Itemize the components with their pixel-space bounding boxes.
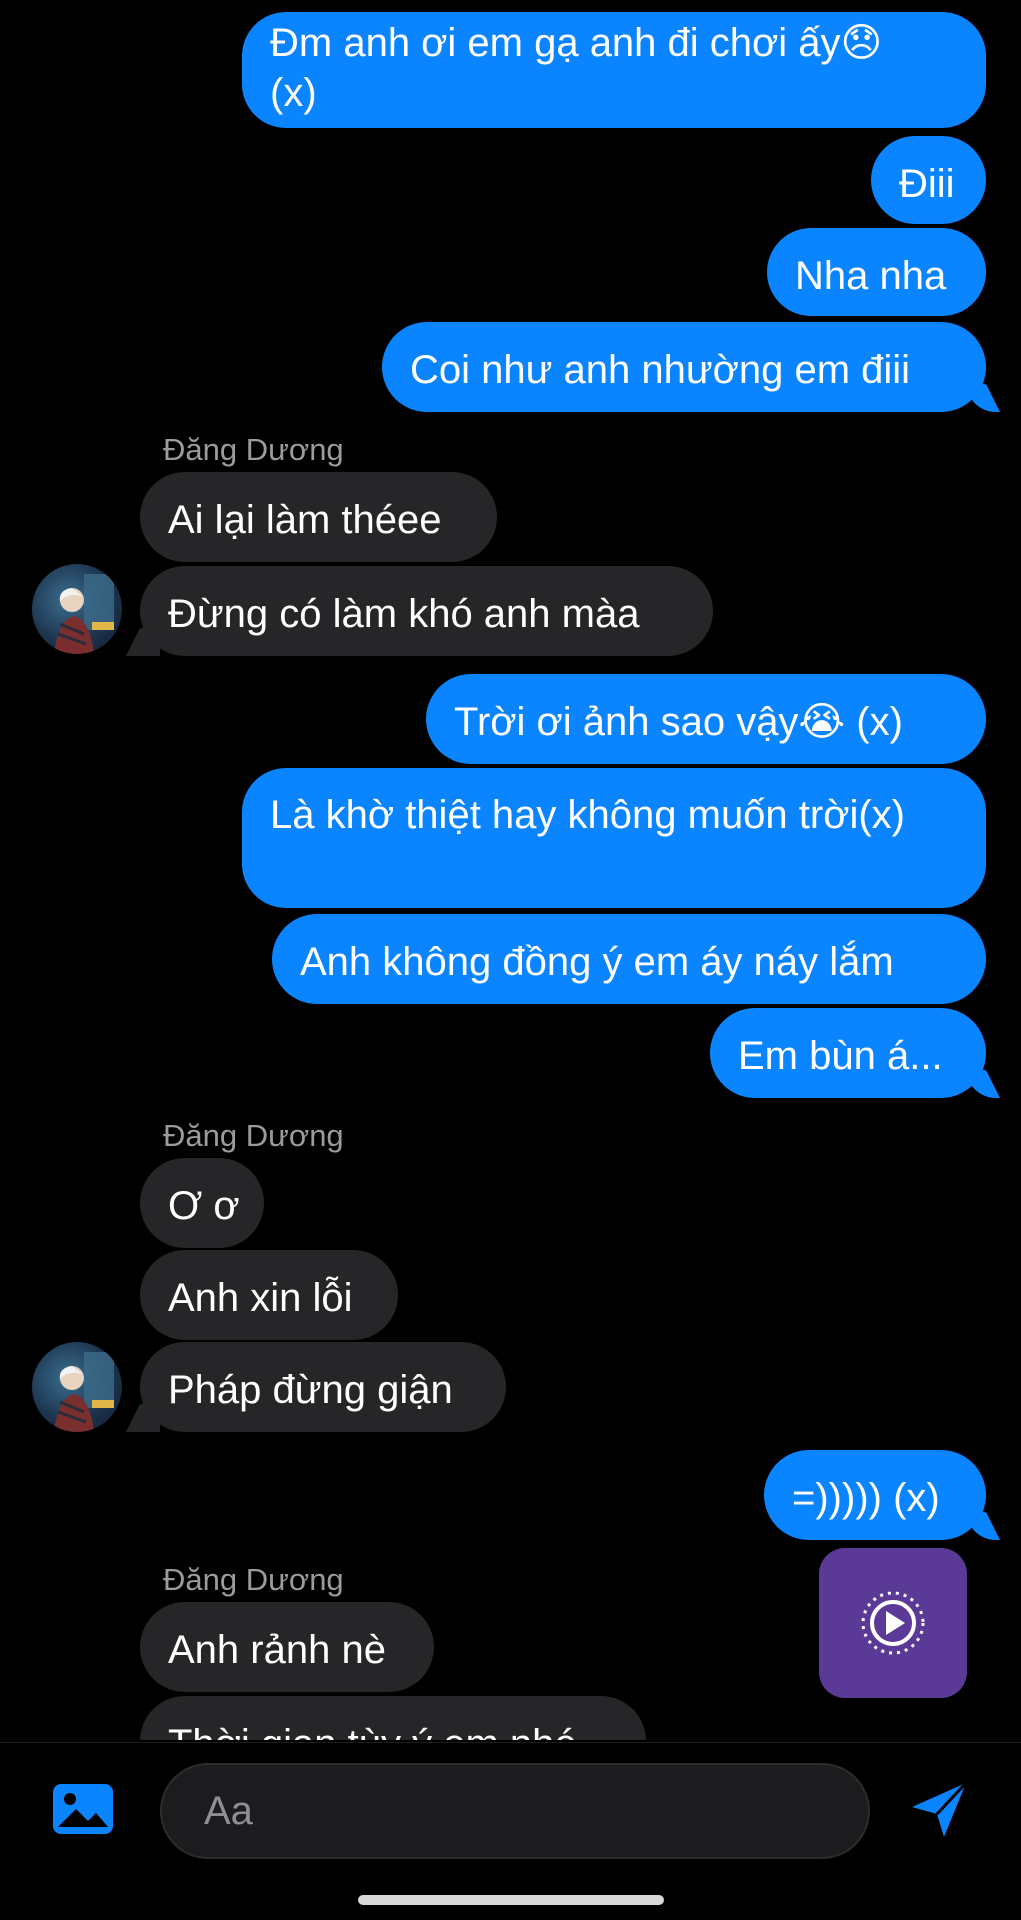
message-input[interactable]: Aa: [160, 1763, 870, 1859]
send-icon: [912, 1781, 968, 1837]
message-text: Anh rảnh nè: [168, 1628, 386, 1672]
avatar[interactable]: [32, 1342, 122, 1432]
message-bubble[interactable]: Em bùn á...: [710, 1008, 986, 1098]
avatar-image: [54, 1352, 114, 1432]
message-text: Đm anh ơi em gạ anh đi chơi ấy😞 (x): [270, 21, 883, 115]
sender-name: Đăng Dương: [163, 1118, 344, 1153]
message-bubble[interactable]: Coi như anh nhường em điii: [382, 322, 986, 412]
message-input-placeholder: Aa: [204, 1789, 253, 1833]
avatar[interactable]: [32, 564, 122, 654]
message-list[interactable]: Đm anh ơi em gạ anh đi chơi ấy😞 (x) Điii…: [0, 0, 1021, 1740]
image-icon: [53, 1784, 113, 1834]
message-text: Anh không đồng ý em áy náy lắm: [300, 940, 894, 984]
message-bubble[interactable]: Ơ ơ: [140, 1158, 264, 1248]
message-bubble[interactable]: Trời ơi ảnh sao vậy😭 (x): [426, 674, 986, 764]
message-bubble[interactable]: Ai lại làm théee: [140, 472, 497, 562]
message-text: Là khờ thiệt hay không muốn trời(x): [270, 793, 905, 837]
media-attachment[interactable]: [819, 1548, 967, 1698]
message-text: Đừng có làm khó anh màa: [168, 592, 640, 636]
composer-bar: Aa: [0, 1742, 1021, 1883]
message-text: =))))) (x): [792, 1476, 940, 1520]
play-circle-icon: [861, 1591, 925, 1655]
send-button[interactable]: [908, 1779, 970, 1841]
message-text: Ai lại làm théee: [168, 498, 442, 542]
message-bubble[interactable]: Thời gian tùy ý em nhé: [140, 1696, 646, 1740]
message-bubble[interactable]: Điii: [871, 136, 986, 224]
message-text: Pháp đừng giận: [168, 1368, 453, 1412]
message-text: Em bùn á...: [738, 1034, 943, 1078]
message-text: Ơ ơ: [168, 1184, 240, 1228]
message-text: Nha nha: [795, 254, 947, 298]
message-bubble[interactable]: Nha nha: [767, 228, 986, 316]
message-bubble[interactable]: Anh xin lỗi: [140, 1250, 398, 1340]
message-text: Anh xin lỗi: [168, 1276, 353, 1320]
message-bubble[interactable]: =))))) (x): [764, 1450, 986, 1540]
message-bubble[interactable]: Anh rảnh nè: [140, 1602, 434, 1692]
message-text: Thời gian tùy ý em nhé: [168, 1722, 577, 1740]
message-text: Điii: [899, 162, 955, 206]
avatar-image: [54, 574, 114, 654]
sender-name: Đăng Dương: [163, 1562, 344, 1597]
sender-name: Đăng Dương: [163, 432, 344, 467]
message-bubble[interactable]: Đm anh ơi em gạ anh đi chơi ấy😞 (x): [242, 12, 986, 128]
message-bubble[interactable]: Là khờ thiệt hay không muốn trời(x): [242, 768, 986, 908]
message-text: Coi như anh nhường em điii: [410, 348, 911, 392]
home-indicator[interactable]: [358, 1895, 664, 1905]
message-bubble[interactable]: Anh không đồng ý em áy náy lắm: [272, 914, 986, 1004]
gallery-button[interactable]: [50, 1781, 116, 1837]
message-bubble[interactable]: Đừng có làm khó anh màa: [140, 566, 713, 656]
message-bubble[interactable]: Pháp đừng giận: [140, 1342, 506, 1432]
message-text: Trời ơi ảnh sao vậy😭 (x): [454, 700, 903, 744]
